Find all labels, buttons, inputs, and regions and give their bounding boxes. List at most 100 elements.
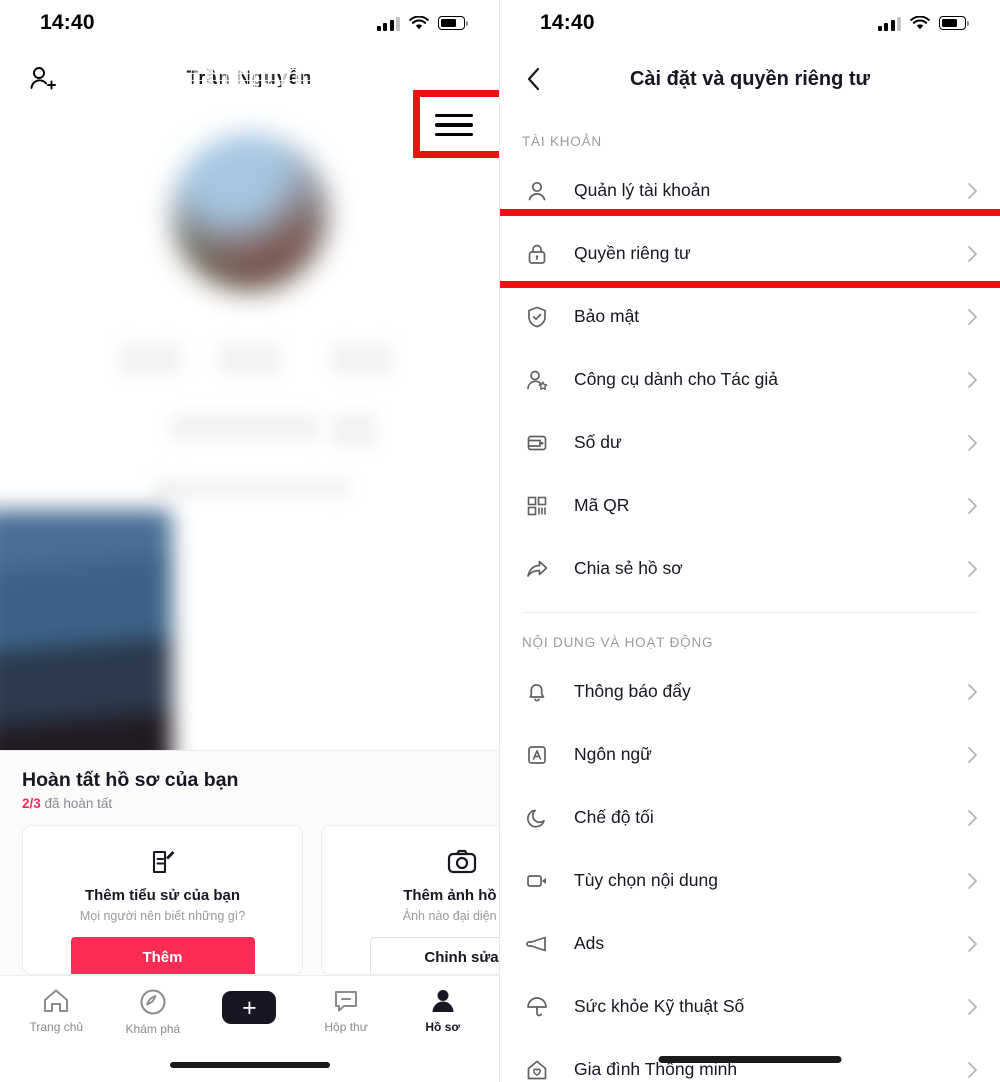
chevron-right-icon xyxy=(968,308,977,325)
completion-title: Hoàn tất hồ sơ của bạn xyxy=(22,769,239,791)
avatar[interactable] xyxy=(170,134,329,292)
row-label: Bảo mật xyxy=(574,306,640,326)
shield-check-icon xyxy=(522,302,552,332)
card-add-bio[interactable]: Thêm tiểu sử của bạn Mọi người nên biết … xyxy=(22,825,303,975)
left-nav-bar: Trần Nguyễn xyxy=(0,46,499,158)
moon-icon xyxy=(522,803,552,833)
profile-content-blurred xyxy=(0,112,499,870)
row-label: Chia sẻ hồ sơ xyxy=(574,558,683,578)
qr-code-icon xyxy=(522,491,552,521)
tab-discover-label: Khám phá xyxy=(125,1022,181,1036)
row-label: Ads xyxy=(574,933,605,953)
profile-username[interactable]: Trần Nguyễn xyxy=(0,66,499,92)
right-screen-settings: 14:40 Cài đặt và quyền riêng tư TÀI KHOẢ… xyxy=(500,0,1000,1082)
edit-bio-icon xyxy=(152,850,174,874)
bell-icon xyxy=(522,677,552,707)
stat-followers xyxy=(218,342,282,376)
cellular-bars-icon xyxy=(877,16,901,31)
tab-profile[interactable]: Hồ sơ xyxy=(394,988,491,1082)
card-bio-subtitle: Mọi người nên biết những gì? xyxy=(79,909,246,923)
completion-progress: 2/3 đã hoàn tất xyxy=(22,796,477,811)
row-security[interactable]: Bảo mật xyxy=(500,285,1000,348)
chevron-right-icon xyxy=(968,560,977,577)
row-label: Công cụ dành cho Tác giả xyxy=(574,369,778,389)
row-content-preferences[interactable]: Tùy chọn nội dung xyxy=(500,849,1000,912)
profile-completion-panel: Hoàn tất hồ sơ của bạn 2/3 đã hoàn tất T… xyxy=(0,750,499,975)
chevron-right-icon xyxy=(968,182,977,199)
chevron-right-icon xyxy=(968,746,977,763)
camera-icon xyxy=(447,849,476,874)
bottom-tab-bar: Trang chủ Khám phá + Hộp thư Hồ sơ xyxy=(0,975,499,1082)
chevron-right-icon xyxy=(968,935,977,952)
tab-profile-label: Hồ sơ xyxy=(425,1020,460,1034)
completion-count: 2/3 xyxy=(22,796,41,811)
status-indicators xyxy=(376,15,469,31)
card-photo-title: Thêm ảnh hồ sơ xyxy=(403,887,499,904)
chevron-right-icon xyxy=(968,809,977,826)
megaphone-icon xyxy=(522,929,552,959)
add-friend-icon[interactable] xyxy=(28,64,58,94)
row-push-notifications[interactable]: Thông báo đẩy xyxy=(500,660,1000,723)
language-a-icon xyxy=(522,740,552,770)
cellular-bars-icon xyxy=(376,16,400,31)
tab-home[interactable]: Trang chủ xyxy=(8,988,105,1082)
card-photo-subtitle: Ảnh nào đại diện cho xyxy=(402,909,499,923)
person-star-icon xyxy=(522,365,552,395)
edit-photo-button[interactable]: Chỉnh sửa xyxy=(369,937,499,974)
video-camera-icon xyxy=(522,866,552,896)
battery-icon xyxy=(438,16,469,30)
share-arrow-icon xyxy=(522,554,552,584)
inbox-icon xyxy=(335,991,358,1012)
settings-nav-bar: Cài đặt và quyền riêng tư xyxy=(500,46,1000,112)
edit-profile-button[interactable] xyxy=(170,412,320,442)
chevron-right-icon xyxy=(968,1061,977,1078)
status-time: 14:40 xyxy=(40,11,95,34)
row-qr-code[interactable]: Mã QR xyxy=(500,474,1000,537)
wifi-icon xyxy=(910,15,930,29)
row-share-profile[interactable]: Chia sẻ hồ sơ xyxy=(500,537,1000,600)
row-label: Số dư xyxy=(574,432,622,452)
username-censored-text: Trần Nguyễn xyxy=(186,68,313,89)
house-heart-icon xyxy=(522,1055,552,1082)
row-label: Chế độ tối xyxy=(574,807,654,827)
chevron-right-icon xyxy=(968,434,977,451)
card-bio-title: Thêm tiểu sử của bạn xyxy=(84,887,241,904)
compass-icon xyxy=(140,989,166,1015)
stat-likes xyxy=(330,342,394,376)
row-balance[interactable]: Số dư xyxy=(500,411,1000,474)
home-icon xyxy=(44,989,69,1012)
battery-icon xyxy=(939,16,970,30)
wallet-icon xyxy=(522,428,552,458)
back-chevron-icon[interactable] xyxy=(526,67,540,91)
status-indicators-right xyxy=(877,15,970,31)
card-add-photo[interactable]: Thêm ảnh hồ sơ Ảnh nào đại diện cho Chỉn… xyxy=(321,825,499,975)
row-digital-wellbeing[interactable]: Sức khỏe Kỹ thuật Số xyxy=(500,975,1000,1038)
chevron-right-icon xyxy=(968,872,977,889)
row-language[interactable]: Ngôn ngữ xyxy=(500,723,1000,786)
status-time-right: 14:40 xyxy=(540,11,595,34)
hamburger-menu-button[interactable] xyxy=(435,108,473,142)
chevron-right-icon xyxy=(968,683,977,700)
wifi-icon xyxy=(409,15,429,29)
row-label: Thông báo đẩy xyxy=(574,681,691,701)
row-creator-tools[interactable]: Công cụ dành cho Tác giả xyxy=(500,348,1000,411)
row-dark-mode[interactable]: Chế độ tối xyxy=(500,786,1000,849)
tab-inbox-label: Hộp thư xyxy=(324,1020,368,1034)
profile-bio xyxy=(150,477,350,499)
stat-following xyxy=(118,342,182,376)
row-label: Ngôn ngữ xyxy=(574,744,652,764)
bookmark-button[interactable] xyxy=(330,412,378,448)
chevron-right-icon xyxy=(968,497,977,514)
profile-person-icon xyxy=(432,990,454,1012)
person-icon xyxy=(522,176,552,206)
completion-suffix: đã hoàn tất xyxy=(44,796,113,811)
row-label: Quản lý tài khoản xyxy=(574,180,711,200)
create-plus-icon[interactable]: + xyxy=(217,991,282,1024)
row-label: Tùy chọn nội dung xyxy=(574,870,718,890)
add-bio-button[interactable]: Thêm xyxy=(70,937,255,974)
section-header-account: TÀI KHOẢN xyxy=(522,134,602,149)
row-ads[interactable]: Ads xyxy=(500,912,1000,975)
chevron-right-icon xyxy=(968,998,977,1015)
status-bar-right: 14:40 xyxy=(500,0,1000,46)
page-title: Cài đặt và quyền riêng tư xyxy=(629,67,871,90)
